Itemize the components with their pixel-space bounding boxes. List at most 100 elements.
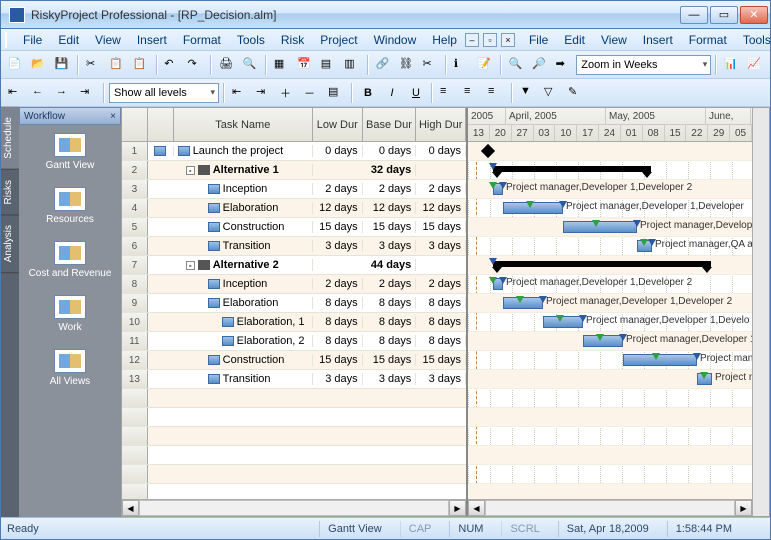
col-task-name[interactable]: Task Name bbox=[174, 108, 313, 141]
gantt-row[interactable] bbox=[468, 256, 752, 275]
gantt-row[interactable]: Project manager,Developer 1,Developer bbox=[468, 199, 752, 218]
base-dur-cell[interactable]: 12 days bbox=[363, 202, 417, 214]
mdi-close-button[interactable]: × bbox=[501, 33, 515, 47]
high-dur-cell[interactable]: 8 days bbox=[416, 316, 466, 328]
gantt-row[interactable] bbox=[468, 142, 752, 161]
filter-button[interactable]: ▼ bbox=[517, 82, 539, 104]
scroll-left-icon[interactable]: ◀ bbox=[122, 500, 139, 516]
gantt-hscroll[interactable]: ◀ ▶ bbox=[468, 499, 752, 516]
vscroll[interactable] bbox=[752, 108, 769, 516]
new-button[interactable]: 📄 bbox=[5, 54, 26, 76]
task-name-cell[interactable]: -Alternative 1 bbox=[174, 164, 313, 176]
low-dur-cell[interactable]: 3 days bbox=[313, 373, 363, 385]
high-dur-cell[interactable]: 2 days bbox=[416, 278, 466, 290]
task-name-cell[interactable]: Transition bbox=[174, 373, 313, 385]
autofilter-button[interactable]: ▽ bbox=[541, 82, 563, 104]
col-indicator[interactable] bbox=[148, 108, 174, 141]
expand-toggle-icon[interactable]: - bbox=[186, 166, 195, 175]
gantt-row[interactable]: Project manager,Developer 1,Developer 2 bbox=[468, 294, 752, 313]
menu-file[interactable]: File bbox=[521, 31, 556, 49]
low-dur-cell[interactable]: 2 days bbox=[313, 183, 363, 195]
gantt-row[interactable]: Project manager,Developer 1,Developer 2 bbox=[468, 275, 752, 294]
task-name-cell[interactable]: Inception bbox=[174, 183, 313, 195]
menu-project[interactable]: Project bbox=[312, 31, 365, 49]
base-dur-cell[interactable]: 15 days bbox=[363, 354, 417, 366]
unlink-button[interactable]: ⛓ bbox=[396, 54, 417, 76]
side-tab-schedule[interactable]: Schedule bbox=[1, 107, 19, 170]
high-dur-cell[interactable]: 8 days bbox=[416, 335, 466, 347]
high-dur-cell[interactable]: 12 days bbox=[416, 202, 466, 214]
align-left-button[interactable]: ≡ bbox=[437, 82, 459, 104]
task-row[interactable]: 9Elaboration8 days8 days8 days bbox=[122, 294, 466, 313]
nav-first-button[interactable]: ⇤ bbox=[5, 82, 27, 104]
task-row[interactable]: 5Construction15 days15 days15 days bbox=[122, 218, 466, 237]
menu-format[interactable]: Format bbox=[175, 31, 229, 49]
menu-view[interactable]: View bbox=[593, 31, 635, 49]
zoom-in-button[interactable]: 🔍 bbox=[506, 54, 527, 76]
open-button[interactable]: 📂 bbox=[28, 54, 49, 76]
task-name-cell[interactable]: Launch the project bbox=[174, 145, 313, 157]
task-name-cell[interactable]: Inception bbox=[174, 278, 313, 290]
sidebar-item-gantt-view[interactable]: Gantt View bbox=[19, 125, 121, 179]
col-rownum[interactable] bbox=[122, 108, 148, 141]
menu-help[interactable]: Help bbox=[424, 31, 465, 49]
align-right-button[interactable]: ≡ bbox=[485, 82, 507, 104]
high-dur-cell[interactable]: 15 days bbox=[416, 354, 466, 366]
scroll-right-icon[interactable]: ▶ bbox=[735, 500, 752, 516]
menu-tools[interactable]: Tools bbox=[229, 31, 273, 49]
mdi-minimize-button[interactable]: – bbox=[465, 33, 479, 47]
summary-bar[interactable] bbox=[493, 166, 651, 172]
sidebar-item-cost-and-revenue[interactable]: Cost and Revenue bbox=[19, 233, 121, 287]
close-button[interactable]: ✕ bbox=[740, 6, 768, 24]
low-dur-cell[interactable]: 15 days bbox=[313, 354, 363, 366]
task-name-cell[interactable]: Transition bbox=[174, 240, 313, 252]
low-dur-cell[interactable]: 8 days bbox=[313, 297, 363, 309]
report-button[interactable]: 📈 bbox=[745, 54, 766, 76]
milestone-icon[interactable] bbox=[481, 144, 495, 158]
nav-prev-button[interactable]: ← bbox=[29, 82, 51, 104]
base-dur-cell[interactable]: 8 days bbox=[363, 335, 417, 347]
expand-all-button[interactable]: ▤ bbox=[325, 82, 347, 104]
task-bar[interactable] bbox=[563, 221, 637, 233]
expand-toggle-icon[interactable]: - bbox=[186, 261, 195, 270]
base-dur-cell[interactable]: 2 days bbox=[363, 183, 417, 195]
gantt-row[interactable]: Project mana bbox=[468, 370, 752, 389]
task-row[interactable]: 6Transition3 days3 days3 days bbox=[122, 237, 466, 256]
scroll-left-icon[interactable]: ◀ bbox=[468, 500, 485, 516]
view-risks-button[interactable]: ▥ bbox=[341, 54, 362, 76]
low-dur-cell[interactable]: 12 days bbox=[313, 202, 363, 214]
zoom-out-button[interactable]: 🔎 bbox=[529, 54, 550, 76]
print-button[interactable]: 🖨 bbox=[216, 54, 237, 76]
task-row[interactable]: 4Elaboration12 days12 days12 days bbox=[122, 199, 466, 218]
base-dur-cell[interactable]: 3 days bbox=[363, 373, 417, 385]
gantt-row[interactable] bbox=[468, 161, 752, 180]
col-base-dur[interactable]: Base Dur bbox=[363, 108, 417, 141]
base-dur-cell[interactable]: 2 days bbox=[363, 278, 417, 290]
low-dur-cell[interactable]: 8 days bbox=[313, 335, 363, 347]
menu-tools[interactable]: Tools bbox=[735, 31, 771, 49]
task-grid[interactable]: Task Name Low Dur Base Dur High Dur 1Lau… bbox=[122, 108, 468, 516]
menu-file[interactable]: File bbox=[15, 31, 50, 49]
task-row[interactable]: 2-Alternative 132 days bbox=[122, 161, 466, 180]
view-gantt-button[interactable]: ▦ bbox=[271, 54, 292, 76]
col-low-dur[interactable]: Low Dur bbox=[313, 108, 363, 141]
task-row[interactable]: 1Launch the project0 days0 days0 days bbox=[122, 142, 466, 161]
italic-button[interactable]: I bbox=[381, 82, 403, 104]
outline-level-combo[interactable]: Show all levels bbox=[109, 83, 219, 103]
menu-view[interactable]: View bbox=[87, 31, 129, 49]
high-dur-cell[interactable]: 3 days bbox=[416, 373, 466, 385]
gantt-row[interactable]: Project manager,Developer 1,Developer 2 bbox=[468, 180, 752, 199]
highlight-button[interactable]: ✎ bbox=[565, 82, 587, 104]
task-row[interactable]: 11Elaboration, 28 days8 days8 days bbox=[122, 332, 466, 351]
low-dur-cell[interactable]: 8 days bbox=[313, 316, 363, 328]
task-bar[interactable] bbox=[623, 354, 697, 366]
document-icon[interactable] bbox=[5, 32, 7, 48]
low-dur-cell[interactable]: 15 days bbox=[313, 221, 363, 233]
gantt-row[interactable]: Project manager,Developer 1 bbox=[468, 332, 752, 351]
base-dur-cell[interactable]: 8 days bbox=[363, 297, 417, 309]
menu-format[interactable]: Format bbox=[681, 31, 735, 49]
menu-window[interactable]: Window bbox=[366, 31, 425, 49]
view-calendar-button[interactable]: 📅 bbox=[295, 54, 316, 76]
task-row[interactable]: 7-Alternative 244 days bbox=[122, 256, 466, 275]
base-dur-cell[interactable]: 8 days bbox=[363, 316, 417, 328]
